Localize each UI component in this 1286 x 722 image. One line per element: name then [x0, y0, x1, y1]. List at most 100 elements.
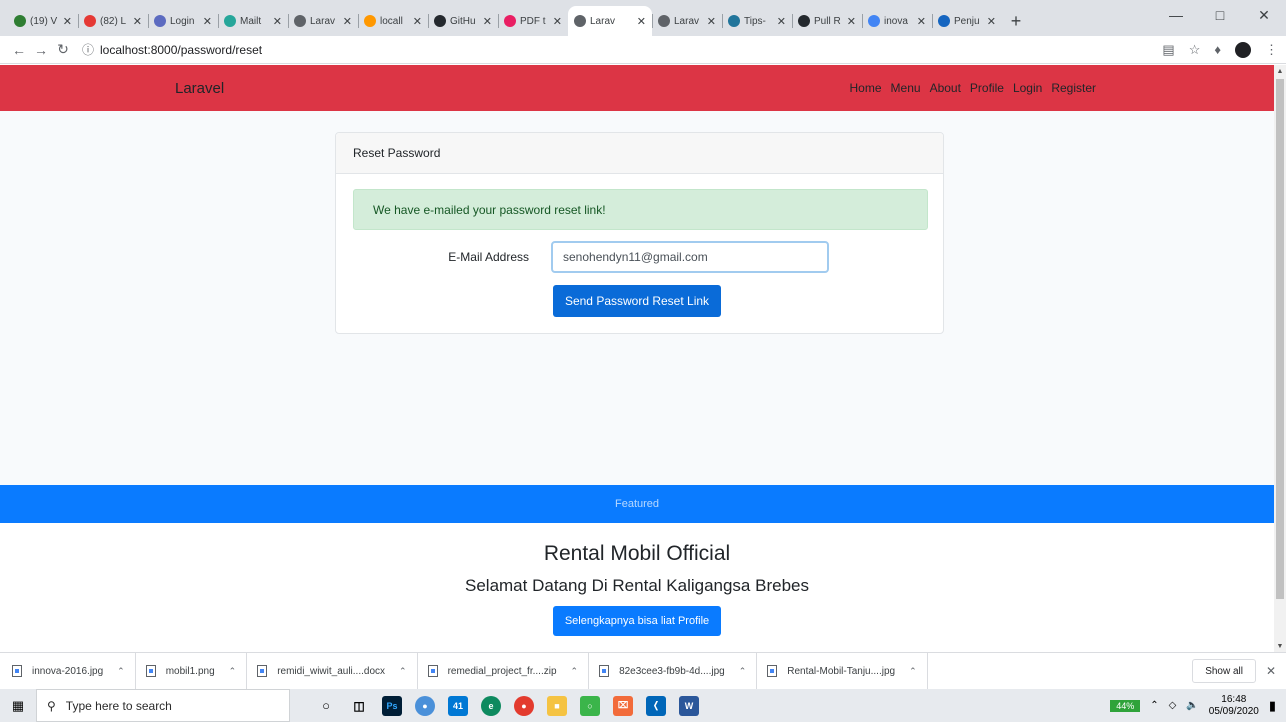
tab-close-icon[interactable]: ✕ [847, 15, 856, 28]
browser-tab[interactable]: Larav ✕ [568, 6, 652, 36]
chevron-up-icon[interactable]: ⌃ [229, 666, 237, 677]
tab-close-icon[interactable]: ✕ [343, 15, 352, 28]
browser-tab[interactable]: (19) V ✕ [8, 6, 78, 36]
new-tab-button[interactable]: + [1002, 6, 1030, 36]
browser-toolbar: ← → ↻ ⓘ localhost:8000/password/reset ▤ … [0, 36, 1286, 64]
notifications-icon[interactable]: ▮ [1269, 698, 1276, 714]
xampp-icon[interactable]: ⌧ [613, 695, 633, 716]
browser-tab[interactable]: GitHu ✕ [428, 6, 498, 36]
browser-tab[interactable]: (82) L ✕ [78, 6, 148, 36]
tab-close-icon[interactable]: ✕ [553, 15, 562, 28]
scroll-down-icon[interactable]: ▼ [1274, 640, 1286, 652]
translate-icon[interactable]: ▤ [1162, 42, 1174, 58]
maximize-icon[interactable]: □ [1198, 0, 1242, 30]
email-input[interactable] [551, 241, 829, 273]
tab-label: Larav [310, 15, 336, 27]
chevron-up-icon[interactable]: ⌃ [739, 666, 747, 677]
nav-link-about[interactable]: About [930, 81, 961, 95]
app-icon[interactable]: ○ [580, 695, 600, 716]
page-scrollbar[interactable]: ▲ ▼ [1274, 65, 1286, 652]
tab-close-icon[interactable]: ✕ [917, 15, 926, 28]
mail-icon[interactable]: 41 [448, 695, 468, 716]
tab-close-icon[interactable]: ✕ [707, 15, 716, 28]
windows-start-icon[interactable]: ▦ [0, 689, 36, 722]
hero-subtitle: Selamat Datang Di Rental Kaligangsa Breb… [465, 576, 809, 595]
browser-tab[interactable]: Penju ✕ [932, 6, 1002, 36]
task-view-icon[interactable]: ◫ [349, 696, 369, 716]
menu-dots-icon[interactable]: ⋮ [1265, 42, 1278, 58]
chevron-up-icon[interactable]: ⌃ [909, 666, 917, 677]
browser-tab[interactable]: Larav ✕ [288, 6, 358, 36]
browser-tab[interactable]: Tips- ✕ [722, 6, 792, 36]
chrome-icon[interactable]: ● [514, 695, 534, 716]
tab-close-icon[interactable]: ✕ [413, 15, 422, 28]
tab-close-icon[interactable]: ✕ [987, 15, 996, 28]
browser-tab[interactable]: Pull R ✕ [792, 6, 862, 36]
download-item[interactable]: Rental-Mobil-Tanju....jpg ⌃ [767, 652, 928, 690]
url-text: localhost:8000/password/reset [100, 42, 263, 57]
vscode-icon[interactable]: ❬ [646, 695, 666, 716]
chevron-up-icon[interactable]: ⌃ [399, 666, 407, 677]
download-item[interactable]: 82e3cee3-fb9b-4d....jpg ⌃ [599, 652, 758, 690]
browser-tab[interactable]: locall ✕ [358, 6, 428, 36]
scrollbar-thumb[interactable] [1276, 79, 1284, 599]
navbar-brand[interactable]: Laravel [175, 80, 224, 97]
tab-close-icon[interactable]: ✕ [63, 15, 72, 28]
forward-icon[interactable]: → [30, 39, 52, 61]
download-item[interactable]: innova-2016.jpg ⌃ [12, 652, 136, 690]
app-icon[interactable]: ● [415, 695, 435, 716]
cortana-icon[interactable]: ○ [316, 696, 336, 716]
back-icon[interactable]: ← [8, 39, 30, 61]
minimize-icon[interactable]: — [1154, 0, 1198, 30]
reload-icon[interactable]: ↻ [52, 39, 74, 61]
nav-link-menu[interactable]: Menu [891, 81, 921, 95]
address-bar[interactable]: ⓘ localhost:8000/password/reset [82, 39, 1102, 61]
send-reset-link-button[interactable]: Send Password Reset Link [553, 285, 721, 317]
photoshop-icon[interactable]: Ps [382, 695, 402, 716]
tab-close-icon[interactable]: ✕ [133, 15, 142, 28]
download-item[interactable]: remedial_project_fr....zip ⌃ [427, 652, 590, 690]
close-window-icon[interactable]: ✕ [1242, 0, 1286, 30]
nav-link-login[interactable]: Login [1013, 81, 1042, 95]
profile-button[interactable]: Selengkapnya bisa liat Profile [552, 606, 722, 636]
bookmark-star-icon[interactable]: ☆ [1189, 42, 1201, 58]
file-icon [599, 665, 610, 677]
reset-password-card: Reset Password We have e-mailed your pas… [335, 132, 944, 334]
download-item[interactable]: remidi_wiwit_auli....docx ⌃ [257, 652, 418, 690]
network-icon[interactable]: ◇ [1169, 700, 1177, 711]
tab-close-icon[interactable]: ✕ [637, 15, 646, 28]
scroll-up-icon[interactable]: ▲ [1274, 65, 1286, 77]
browser-tab[interactable]: PDF t ✕ [498, 6, 568, 36]
profile-avatar[interactable] [1235, 41, 1251, 58]
tab-favicon-icon [434, 15, 446, 27]
chevron-up-icon[interactable]: ⌃ [571, 666, 579, 677]
nav-link-register[interactable]: Register [1051, 81, 1096, 95]
browser-tab[interactable]: Mailt ✕ [218, 6, 288, 36]
browser-tab[interactable]: inova ✕ [862, 6, 932, 36]
battery-indicator[interactable]: 44% [1110, 699, 1141, 712]
close-downloads-icon[interactable]: ✕ [1256, 664, 1286, 678]
email-label: E-Mail Address [448, 250, 529, 264]
hero-title: Rental Mobil Official [543, 542, 731, 565]
file-explorer-icon[interactable]: ■ [547, 695, 567, 716]
chevron-up-icon[interactable]: ⌃ [1150, 700, 1158, 711]
show-all-downloads-button[interactable]: Show all [1192, 659, 1256, 683]
chevron-up-icon[interactable]: ⌃ [117, 666, 125, 677]
volume-icon[interactable]: 🔈 [1186, 700, 1198, 711]
taskbar-search-box[interactable]: ⚲ Type here to search [36, 689, 290, 722]
tab-close-icon[interactable]: ✕ [203, 15, 212, 28]
nav-link-profile[interactable]: Profile [970, 81, 1004, 95]
tab-favicon-icon [224, 15, 236, 27]
edge-icon[interactable]: e [481, 695, 501, 716]
nav-link-home[interactable]: Home [850, 81, 882, 95]
browser-tab[interactable]: Larav ✕ [652, 6, 722, 36]
extensions-icon[interactable]: ♦ [1214, 42, 1221, 57]
clock[interactable]: 16:48 05/09/2020 [1209, 694, 1259, 718]
tab-close-icon[interactable]: ✕ [777, 15, 786, 28]
word-icon[interactable]: W [679, 695, 699, 716]
download-item[interactable]: mobil1.png ⌃ [145, 652, 248, 690]
tab-close-icon[interactable]: ✕ [273, 15, 282, 28]
tab-close-icon[interactable]: ✕ [483, 15, 492, 28]
browser-tab[interactable]: Login ✕ [148, 6, 218, 36]
site-info-icon[interactable]: ⓘ [82, 41, 94, 58]
